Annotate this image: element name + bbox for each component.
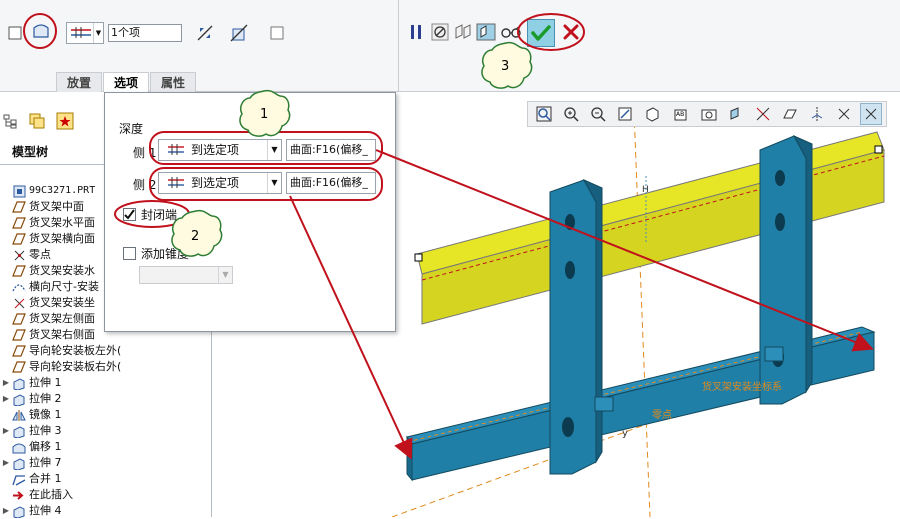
arrow-side1 bbox=[375, 149, 874, 352]
callout-bubble-1: 1 bbox=[239, 89, 291, 137]
callout-number-3: 3 bbox=[501, 59, 509, 74]
callout-bubble-2: 2 bbox=[171, 209, 223, 257]
annotation-arrows bbox=[289, 149, 874, 460]
arrow-side2 bbox=[289, 195, 413, 460]
callout-number-1: 1 bbox=[260, 107, 268, 122]
callout-number-2: 2 bbox=[191, 229, 199, 244]
callout-bubble-3: 3 bbox=[481, 41, 533, 89]
